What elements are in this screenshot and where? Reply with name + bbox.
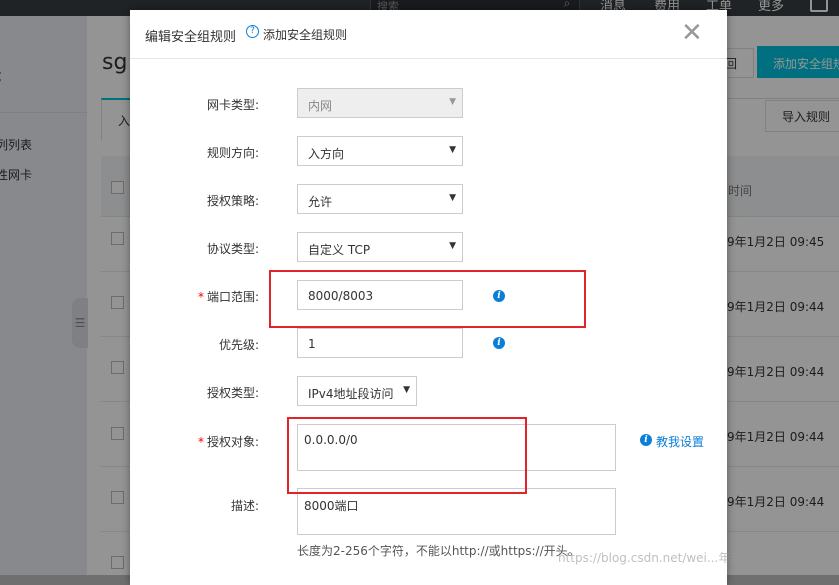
chevron-down-icon: ▼ xyxy=(449,145,456,155)
help-circle-icon[interactable]: ? xyxy=(246,25,259,38)
info-icon[interactable]: i xyxy=(493,337,505,349)
nic-type-select: 内网 ▼ xyxy=(297,88,463,118)
info-icon[interactable]: i xyxy=(640,434,652,446)
port-range-highlight xyxy=(269,270,586,328)
priority-label: 优先级: xyxy=(218,338,259,352)
protocol-label: 协议类型: xyxy=(206,242,259,256)
required-marker: * xyxy=(197,290,204,304)
chevron-down-icon: ▼ xyxy=(403,385,410,395)
watermark: https://blog.csdn.net/wei...年12月29日 ...3… xyxy=(558,551,831,565)
policy-select[interactable]: 允许 ▼ xyxy=(297,184,463,214)
dialog-header: 编辑安全组规则 ? 添加安全组规则 ✕ xyxy=(130,10,727,59)
protocol-select[interactable]: 自定义 TCP ▼ xyxy=(297,232,463,262)
priority-input[interactable]: 1 xyxy=(297,328,463,358)
auth-type-label: 授权类型: xyxy=(206,386,259,400)
nic-type-label: 网卡类型: xyxy=(206,98,259,112)
description-textarea[interactable]: 8000端口 xyxy=(297,488,616,535)
edit-rule-dialog: 编辑安全组规则 ? 添加安全组规则 ✕ 网卡类型: 内网 ▼ 规则方向: 入方向… xyxy=(130,10,727,585)
auth-object-highlight xyxy=(287,417,527,494)
required-marker: * xyxy=(197,435,204,449)
close-icon[interactable]: ✕ xyxy=(681,18,703,48)
auth-type-select[interactable]: IPv4地址段访问 ▼ xyxy=(297,376,417,406)
description-label: 描述: xyxy=(230,499,259,513)
description-hint: 长度为2-256个字符，不能以http://或https://开头。 xyxy=(297,544,580,558)
auth-object-label: * 授权对象: xyxy=(197,435,259,449)
dialog-title: 编辑安全组规则 xyxy=(145,30,237,45)
how-to-set-link[interactable]: 教我设置 xyxy=(656,433,704,450)
chevron-down-icon: ▼ xyxy=(449,97,456,107)
chevron-down-icon: ▼ xyxy=(449,241,456,251)
policy-label: 授权策略: xyxy=(206,194,259,208)
direction-label: 规则方向: xyxy=(206,146,259,160)
add-rule-help-link[interactable]: 添加安全组规则 xyxy=(263,26,347,43)
direction-select[interactable]: 入方向 ▼ xyxy=(297,136,463,166)
chevron-down-icon: ▼ xyxy=(449,193,456,203)
port-range-label: * 端口范围: xyxy=(197,290,259,304)
